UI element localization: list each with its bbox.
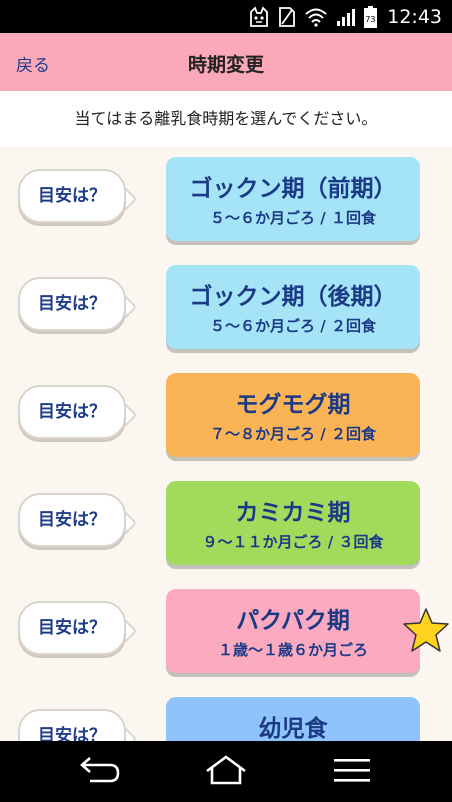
stage-card-button[interactable]: パクパク期 １歳～１歳６か月ごろ <box>166 589 420 673</box>
hint-label: 目安は？ <box>38 726 106 741</box>
menu-icon[interactable] <box>332 755 372 787</box>
stage-card-button[interactable]: カミカミ期 ９～１１か月ごろ / ３回食 <box>166 481 420 565</box>
stage-row: 目安は？ 幼児食 <box>0 697 452 741</box>
back-icon[interactable] <box>76 755 122 787</box>
hint-label: 目安は？ <box>38 402 106 422</box>
status-time: 12:43 <box>387 6 442 28</box>
instruction-text: 当てはまる離乳食時期を選んでください。 <box>0 91 452 147</box>
page-title: 時期変更 <box>187 54 264 76</box>
stage-row: 目安は？ ゴックン期（後期） ５～６か月ごろ / ２回食 <box>0 265 452 355</box>
stage-age-meals: １歳～１歳６か月ごろ <box>217 641 368 659</box>
app-screen: 戻る 時期変更 当てはまる離乳食時期を選んでください。 目安は？ ゴックン期（前期… <box>0 33 452 741</box>
stage-row: 目安は？ モグモグ期 ７～８か月ごろ / ２回食 <box>0 373 452 463</box>
stage-card-button[interactable]: 幼児食 <box>166 697 420 741</box>
hint-label: 目安は？ <box>38 510 106 530</box>
stage-name: ゴックン期（後期） <box>189 284 397 310</box>
stage-row: 目安は？ パクパク期 １歳～１歳６か月ごろ <box>0 589 452 679</box>
hint-label: 目安は？ <box>38 294 106 314</box>
stage-age-meals: ５～６か月ごろ / ２回食 <box>210 317 376 335</box>
stage-age-meals: ７～８か月ごろ / ２回食 <box>210 425 376 443</box>
sim-no-signal-icon <box>279 7 296 27</box>
home-icon[interactable] <box>203 755 249 787</box>
stage-row: 目安は？ ゴックン期（前期） ５～６か月ごろ / １回食 <box>0 157 452 247</box>
hint-bubble-button[interactable]: 目安は？ <box>18 493 126 547</box>
stage-name: 幼児食 <box>258 716 328 741</box>
hint-bubble-button[interactable]: 目安は？ <box>18 385 126 439</box>
stage-age-meals: ９～１１か月ごろ / ３回食 <box>202 533 384 551</box>
hint-bubble-button[interactable]: 目安は？ <box>18 601 126 655</box>
stage-card-button[interactable]: ゴックン期（前期） ５～６か月ごろ / １回食 <box>166 157 420 241</box>
hint-bubble-button[interactable]: 目安は？ <box>18 709 126 741</box>
hint-label: 目安は？ <box>38 186 106 206</box>
battery-icon: 73 <box>364 6 378 28</box>
header-bar: 戻る 時期変更 <box>0 33 452 91</box>
stage-name: ゴックン期（前期） <box>189 176 397 202</box>
stage-name: モグモグ期 <box>235 392 351 418</box>
wifi-icon <box>305 8 327 27</box>
signal-bars-icon <box>337 9 356 26</box>
stage-name: パクパク期 <box>236 608 350 634</box>
status-icons: 73 12:43 <box>248 4 442 30</box>
battery-level: 73 <box>365 15 376 24</box>
hint-label: 目安は？ <box>38 618 106 638</box>
stage-card-button[interactable]: ゴックン期（後期） ５～６か月ごろ / ２回食 <box>166 265 420 349</box>
cat-notification-icon <box>250 6 269 27</box>
stage-row: 目安は？ カミカミ期 ９～１１か月ごろ / ３回食 <box>0 481 452 571</box>
navigation-bar <box>0 741 452 802</box>
stage-age-meals: ５～６か月ごろ / １回食 <box>210 209 376 227</box>
hint-bubble-button[interactable]: 目安は？ <box>18 169 126 223</box>
stage-card-button[interactable]: モグモグ期 ７～８か月ごろ / ２回食 <box>166 373 420 457</box>
status-bar: 73 12:43 <box>0 0 452 33</box>
star-icon <box>403 608 449 652</box>
stage-name: カミカミ期 <box>235 500 351 526</box>
hint-bubble-button[interactable]: 目安は？ <box>18 277 126 331</box>
